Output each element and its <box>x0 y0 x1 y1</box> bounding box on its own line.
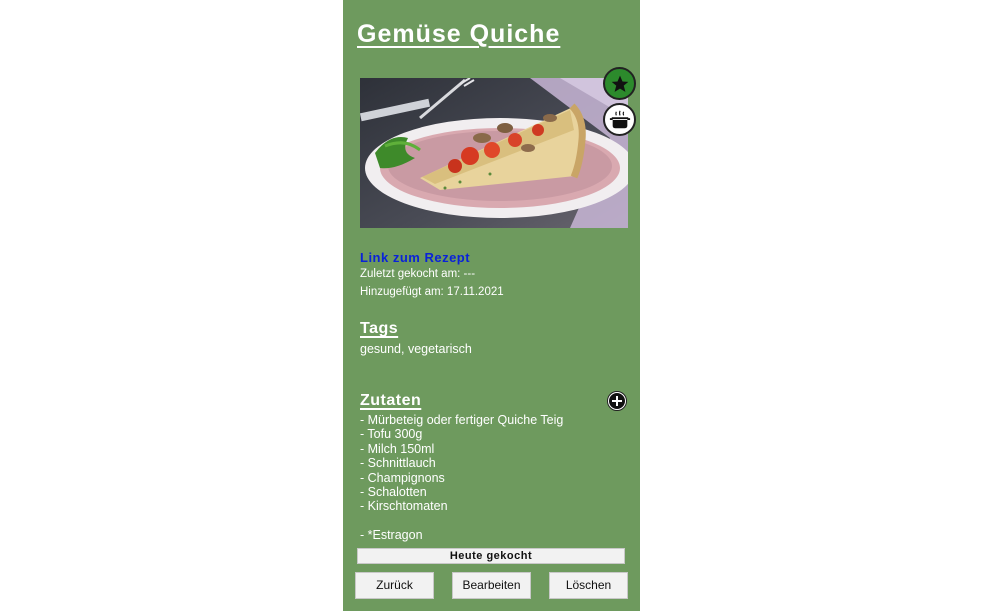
ingredient-item: - Schnittlauch <box>360 456 436 471</box>
plus-icon <box>609 393 625 409</box>
cooked-today-button[interactable]: Heute gekocht <box>357 548 625 564</box>
ingredient-item: - Mürbeteig oder fertiger Quiche Teig <box>360 413 564 427</box>
ingredient-item: - *Estragon <box>360 528 423 543</box>
favorite-button[interactable] <box>603 67 636 100</box>
ingredients-heading: Zutaten <box>360 392 422 409</box>
tags-text: gesund, vegetarisch <box>360 342 472 356</box>
ingredient-item: - Champignons <box>360 470 445 485</box>
ingredient-item: - Milch 150ml <box>360 441 435 456</box>
cook-button[interactable] <box>603 103 636 136</box>
recipe-title: Gemüse Quiche <box>357 20 561 48</box>
tags-heading: Tags <box>360 320 399 337</box>
cooking-pot-icon <box>609 110 630 128</box>
ingredients-list: - Mürbeteig oder fertiger Quiche Teig - … <box>360 413 563 543</box>
quiche-photo-illustration <box>360 78 628 228</box>
star-icon <box>611 75 628 92</box>
added-date-text: Hinzugefügt am: 17.11.2021 <box>360 286 504 298</box>
back-button[interactable]: Zurück <box>355 572 434 599</box>
delete-button[interactable]: Löschen <box>549 572 628 599</box>
ingredient-item: - Tofu 300g <box>360 427 423 442</box>
recipe-photo <box>360 78 628 228</box>
last-cooked-text: Zuletzt gekocht am: --- <box>360 268 476 280</box>
recipe-link[interactable]: Link zum Rezept <box>360 250 470 265</box>
edit-button[interactable]: Bearbeiten <box>452 572 531 599</box>
add-ingredient-button[interactable] <box>607 391 627 411</box>
ingredient-item: - Schalotten <box>360 484 427 499</box>
ingredient-item <box>360 514 563 528</box>
recipe-detail-screen: Gemüse Quiche Link zum Rezept Zuletzt ge… <box>343 0 640 611</box>
ingredient-item: - Kirschtomaten <box>360 499 448 514</box>
